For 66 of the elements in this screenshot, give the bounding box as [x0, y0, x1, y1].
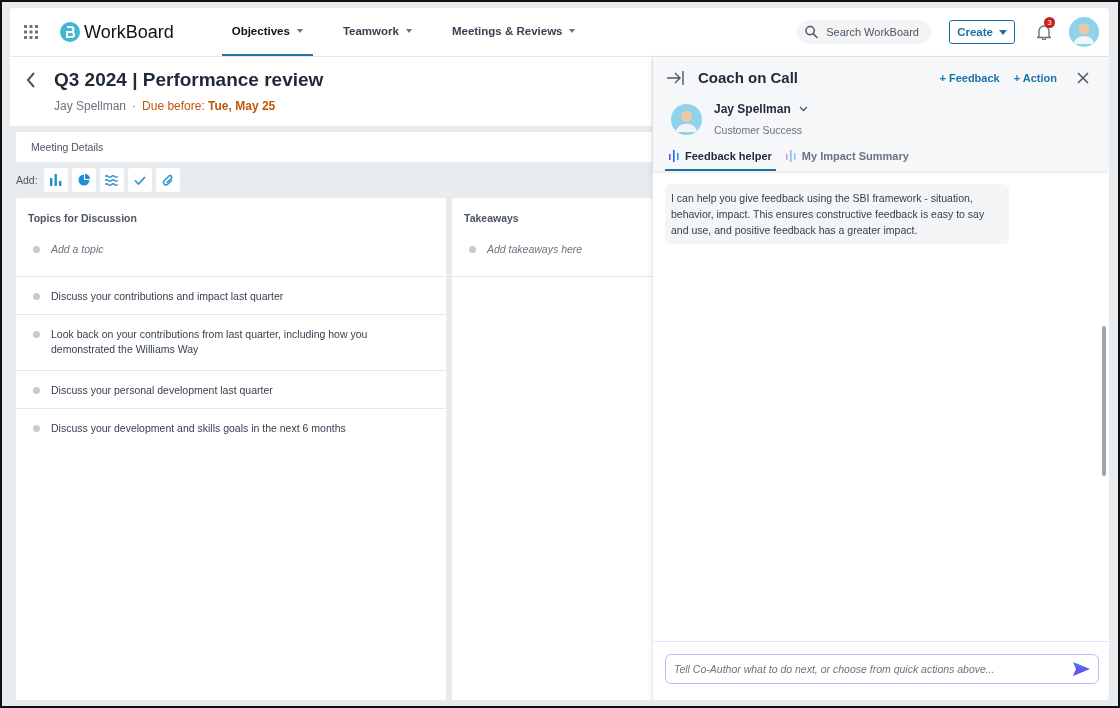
scrollbar[interactable] [1102, 326, 1106, 476]
search-field[interactable]: Search WorkBoard [824, 25, 924, 39]
paperclip-icon [161, 173, 174, 187]
close-icon[interactable] [1077, 71, 1089, 84]
add-tool-button[interactable] [99, 168, 124, 192]
due-date: Due before: Tue, May 25 [142, 99, 276, 113]
sparkle-bars-icon [785, 150, 796, 162]
pie-chart-icon [77, 174, 90, 186]
topic-text[interactable]: Discuss your development and skills goals in the next 6 months [51, 421, 346, 446]
chat-input-box[interactable]: Tell Co-Author what to do next, or choose from quick actions above... [665, 654, 1099, 684]
waves-icon [105, 174, 119, 186]
nav-tab[interactable]: Objectives [221, 8, 313, 56]
search-icon [805, 25, 819, 39]
send-icon[interactable] [1073, 662, 1090, 676]
topic-text[interactable]: Discuss your personal development last quarter [51, 383, 273, 408]
add-tool-button[interactable] [127, 168, 152, 192]
chat-message: I can help you give feedback using the SBI framework - situation, behavior, impact. This ensures constructive feedback is easy to say and use, and positive feedback has a greater impact. [665, 184, 1009, 244]
person-name[interactable]: Jay Spellman [54, 99, 127, 113]
panel-action-link[interactable]: + Feedback [939, 71, 1000, 84]
check-icon [133, 175, 146, 185]
apps-grid-icon[interactable] [24, 25, 38, 39]
logo-icon [60, 22, 80, 42]
bullet-icon [33, 425, 40, 432]
bullet-icon [33, 246, 40, 253]
bullet-icon [33, 387, 40, 394]
sparkle-bars-icon [669, 150, 679, 162]
caret-icon [296, 29, 303, 33]
add-item-field[interactable]: Add a topic [51, 242, 104, 276]
add-tool-button[interactable] [71, 168, 96, 192]
chevron-down-icon[interactable] [798, 106, 808, 112]
column-title: Topics for Discussion [27, 211, 138, 226]
bullet-icon [33, 293, 40, 300]
notification-badge: 3 [1044, 17, 1055, 28]
app-logo[interactable]: WorkBoard [84, 21, 174, 43]
person-name[interactable]: Jay Spellman [714, 102, 791, 116]
caret-icon [999, 29, 1007, 35]
search-bar[interactable]: Search WorkBoard [797, 20, 932, 44]
caret-icon [569, 29, 576, 33]
panel-title: Coach on Call [698, 69, 798, 86]
create-button[interactable]: Create [949, 20, 1015, 44]
back-icon[interactable] [26, 72, 36, 88]
bell-icon[interactable] [1037, 24, 1051, 40]
topic-text[interactable]: Discuss your contributions and impact last quarter [51, 289, 284, 314]
page-title: Q3 2024 | Performance review [54, 69, 324, 91]
add-item-field[interactable]: Add takeaways here [487, 242, 583, 276]
section-title: Meeting Details [31, 141, 104, 153]
bullet-icon [33, 331, 40, 338]
bar-chart-icon [49, 174, 62, 186]
nav-tab[interactable]: Meetings & Reviews [441, 8, 586, 56]
chat-input[interactable]: Tell Co-Author what to do next, or choose from quick actions above... [672, 662, 1073, 676]
panel-tab[interactable]: Feedback helper [665, 150, 776, 171]
topic-text[interactable]: Look back on your contributions from last quarter, including how you demonstrated the Williams Way [51, 327, 434, 370]
team-name: Customer Success [714, 124, 804, 136]
collapse-panel-icon[interactable] [667, 70, 684, 85]
nav-tab[interactable]: Teamwork [332, 8, 422, 56]
add-label: Add: [16, 174, 38, 186]
avatar-icon [671, 103, 702, 135]
separator-dot: · [132, 99, 137, 113]
add-tool-button[interactable] [43, 168, 68, 192]
panel-action-link[interactable]: + Action [1013, 71, 1057, 84]
bullet-icon [469, 246, 476, 253]
add-tool-button[interactable] [155, 168, 180, 192]
column-title: Takeaways [463, 211, 520, 226]
section-header[interactable]: Meeting Details [16, 132, 652, 162]
caret-icon [405, 29, 412, 33]
panel-tab[interactable]: My Impact Summary [781, 150, 913, 171]
